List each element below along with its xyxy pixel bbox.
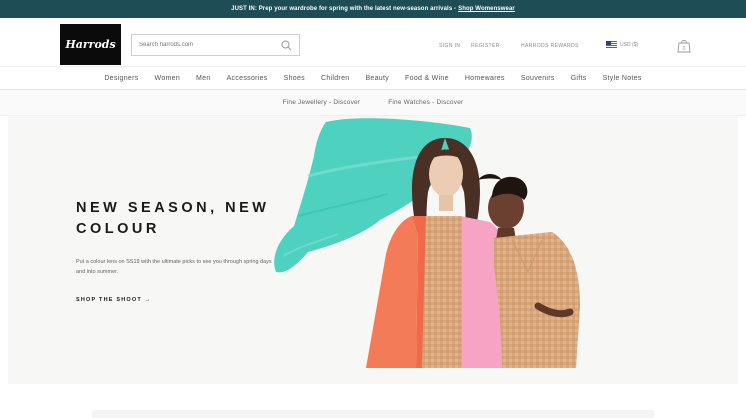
nav-item-food-wine[interactable]: Food & Wine: [397, 75, 457, 82]
content-below-fold: [0, 384, 746, 418]
search-icon[interactable]: [281, 40, 292, 51]
site-header: Harrods SIGN IN REGISTER HARRODS REWARDS…: [0, 18, 746, 66]
search-box[interactable]: [131, 34, 300, 56]
nav-item-women[interactable]: Women: [147, 75, 189, 82]
harrods-logo[interactable]: Harrods: [60, 24, 121, 65]
announcement-bar: JUST IN: Prep your wardrobe for spring w…: [0, 0, 746, 18]
bag-count: 0: [683, 46, 686, 52]
announcement-text: JUST IN: Prep your wardrobe for spring w…: [231, 6, 457, 12]
nav-item-gifts[interactable]: Gifts: [563, 75, 595, 82]
nav-item-children[interactable]: Children: [313, 75, 357, 82]
us-flag-icon: [606, 41, 617, 48]
promo-subnav: Fine Jewellery - Discover Fine Watches -…: [0, 90, 746, 116]
hero-image: [274, 118, 580, 368]
search-input[interactable]: [139, 42, 279, 48]
nav-item-designers[interactable]: Designers: [96, 75, 146, 82]
nav-item-style-notes[interactable]: Style Notes: [595, 75, 650, 82]
sign-in-link[interactable]: SIGN IN: [439, 43, 460, 49]
next-section-preview: [92, 410, 654, 418]
nav-item-beauty[interactable]: Beauty: [357, 75, 397, 82]
nav-item-men[interactable]: Men: [188, 75, 219, 82]
harrods-rewards-link[interactable]: HARRODS REWARDS: [521, 43, 579, 49]
main-navigation: Designers Women Men Accessories Shoes Ch…: [0, 66, 746, 90]
nav-item-souvenirs[interactable]: Souvenirs: [513, 75, 563, 82]
shopping-bag-icon[interactable]: 0: [676, 38, 692, 53]
hero-banner[interactable]: NEW SEASON, NEW COLOUR Put a colour lens…: [8, 116, 738, 384]
shop-womenswear-link[interactable]: Shop Womenswear: [458, 6, 515, 12]
nav-item-accessories[interactable]: Accessories: [219, 75, 276, 82]
fine-watches-link[interactable]: Fine Watches - Discover: [388, 99, 463, 106]
currency-selector[interactable]: USD ($): [606, 41, 638, 48]
shop-the-shoot-link[interactable]: SHOP THE SHOOT →: [76, 297, 151, 303]
nav-item-shoes[interactable]: Shoes: [276, 75, 313, 82]
hero-description: Put a colour lens on SS19 with the ultim…: [76, 259, 272, 275]
nav-item-homewares[interactable]: Homewares: [457, 75, 513, 82]
currency-label: USD ($): [620, 41, 639, 48]
register-link[interactable]: REGISTER: [471, 43, 500, 49]
hero-title: NEW SEASON, NEW COLOUR: [76, 200, 270, 237]
fine-jewellery-link[interactable]: Fine Jewellery - Discover: [283, 99, 361, 106]
